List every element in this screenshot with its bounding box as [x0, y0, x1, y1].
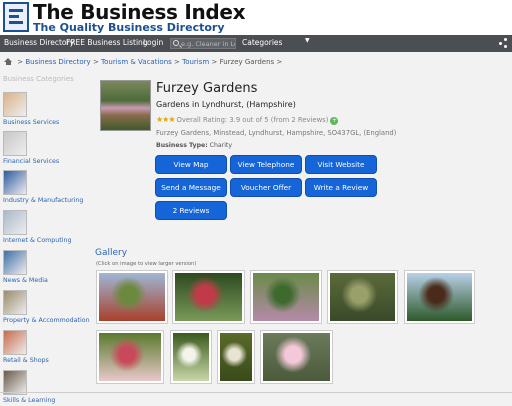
sidebar-item[interactable]: Business Services: [3, 92, 81, 128]
gallery-image[interactable]: [250, 270, 322, 324]
plus-icon[interactable]: +: [330, 117, 339, 125]
sidebar-item-label[interactable]: Retail & Shops: [3, 357, 49, 364]
business-name: Furzey Gardens: [156, 81, 258, 96]
nav-login[interactable]: Login: [143, 38, 163, 47]
gallery-image[interactable]: [96, 330, 164, 384]
gallery-title: Gallery: [95, 248, 128, 258]
rating-text: Overall Rating: 3.9 out of 5 (from 2 Rev…: [176, 116, 329, 124]
chevron-down-icon[interactable]: ▼: [305, 37, 310, 44]
sidebar-item-label[interactable]: Skills & Learning: [3, 397, 55, 404]
search-input[interactable]: [181, 39, 235, 48]
sidebar-item-thumbnail[interactable]: [3, 170, 27, 195]
gallery-image[interactable]: [96, 270, 168, 324]
sidebar-item-label[interactable]: Property & Accommodation: [3, 317, 90, 324]
sidebar-item[interactable]: Skills & Learning: [3, 370, 81, 406]
sidebar-item-label[interactable]: Business Services: [3, 119, 59, 126]
gallery-image[interactable]: [260, 330, 333, 384]
business-location: Gardens in Lyndhurst, (Hampshire): [156, 100, 296, 109]
divider: [0, 392, 512, 393]
rating: ★★★ Overall Rating: 3.9 out of 5 (from 2 …: [156, 115, 339, 125]
send-message-button[interactable]: Send a Message: [155, 178, 227, 197]
logo-icon[interactable]: [3, 2, 29, 32]
breadcrumb: > Business Directory > Tourism & Vacatio…: [4, 58, 282, 66]
sidebar-item-thumbnail[interactable]: [3, 210, 27, 235]
gallery-image[interactable]: [170, 330, 212, 384]
breadcrumb-tourism[interactable]: Tourism: [182, 58, 209, 66]
top-nav: Business Directory FREE Business Listing…: [0, 35, 512, 52]
visit-website-button[interactable]: Visit Website: [305, 155, 377, 174]
rating-stars-icon: ★★★: [156, 115, 175, 124]
gallery-image[interactable]: [404, 270, 475, 324]
sidebar-item-thumbnail[interactable]: [3, 131, 27, 156]
business-type: Business Type: Charity: [156, 142, 233, 149]
site-header: The Business Index The Quality Business …: [0, 0, 512, 35]
breadcrumb-current: Furzey Gardens: [219, 58, 275, 66]
sidebar-item-label[interactable]: Financial Services: [3, 158, 59, 165]
sidebar-item-label[interactable]: Internet & Computing: [3, 237, 72, 244]
sidebar-item-thumbnail[interactable]: [3, 330, 27, 355]
search-box[interactable]: [170, 38, 236, 49]
nav-categories[interactable]: Categories: [242, 38, 282, 47]
gallery-image[interactable]: [172, 270, 245, 324]
gallery-image[interactable]: [327, 270, 398, 324]
sidebar-item[interactable]: Property & Accommodation: [3, 290, 90, 326]
view-telephone-button[interactable]: View Telephone: [230, 155, 302, 174]
site-tagline: The Quality Business Directory: [33, 21, 225, 34]
write-review-button[interactable]: Write a Review: [305, 178, 377, 197]
sidebar-item-thumbnail[interactable]: [3, 290, 27, 315]
sidebar-item[interactable]: Financial Services: [3, 131, 81, 167]
breadcrumb-business-directory[interactable]: Business Directory: [25, 58, 90, 66]
sidebar-item-label[interactable]: News & Media: [3, 277, 48, 284]
home-icon[interactable]: [4, 58, 13, 65]
sidebar-item[interactable]: Retail & Shops: [3, 330, 81, 366]
breadcrumb-tourism-vacations[interactable]: Tourism & Vacations: [101, 58, 172, 66]
gallery-hint: (Click on image to view larger version): [96, 261, 197, 267]
sidebar-heading: Business Categories: [3, 75, 74, 83]
sidebar-item-thumbnail[interactable]: [3, 250, 27, 275]
sidebar-item[interactable]: News & Media: [3, 250, 81, 286]
business-photo[interactable]: [100, 80, 151, 131]
business-address: Furzey Gardens, Minstead, Lyndhurst, Ham…: [156, 129, 397, 137]
search-icon: [173, 40, 179, 46]
share-icon[interactable]: [499, 38, 508, 48]
sidebar-item-thumbnail[interactable]: [3, 92, 27, 117]
sidebar-item[interactable]: Internet & Computing: [3, 210, 81, 246]
sidebar-item[interactable]: Industry & Manufacturing: [3, 170, 83, 206]
nav-free-listing[interactable]: FREE Business Listing: [66, 38, 148, 47]
nav-business-directory[interactable]: Business Directory: [4, 38, 74, 47]
sidebar-item-label[interactable]: Industry & Manufacturing: [3, 197, 83, 204]
voucher-offer-button[interactable]: Voucher Offer: [230, 178, 302, 197]
view-map-button[interactable]: View Map: [155, 155, 227, 174]
reviews-button[interactable]: 2 Reviews: [155, 201, 227, 220]
gallery-image[interactable]: [217, 330, 255, 384]
